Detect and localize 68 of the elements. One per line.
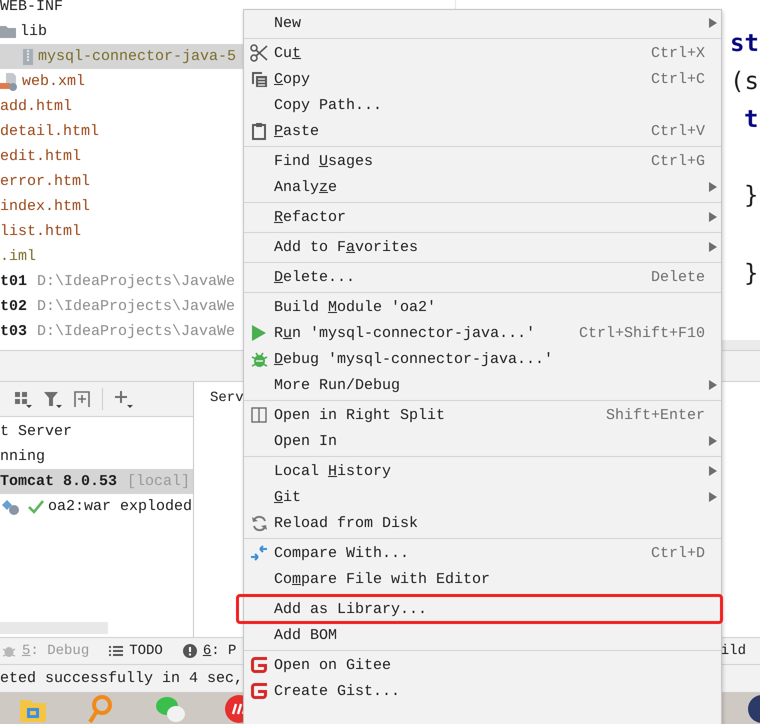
menu-item[interactable]: Compare File with Editor — [244, 566, 721, 592]
warning-icon — [182, 644, 197, 658]
submenu-arrow-icon — [709, 466, 717, 476]
menu-item[interactable]: Open on Gitee — [244, 652, 721, 678]
menu-item[interactable]: Find Usages Ctrl+G — [244, 148, 721, 174]
group-icon[interactable] — [12, 389, 32, 409]
app-icon[interactable] — [746, 694, 760, 724]
service-item[interactable]: Tomcat 8.0.53 [local] — [0, 469, 193, 494]
submenu-arrow-icon — [709, 380, 717, 390]
gitee-logo-icon — [249, 655, 269, 675]
folder-icon — [0, 25, 16, 38]
add-frame-icon[interactable] — [72, 389, 92, 409]
play-icon — [252, 325, 266, 341]
archive-icon — [22, 48, 34, 64]
menu-item[interactable]: Open In — [244, 428, 721, 454]
menu-item[interactable]: Reload from Disk — [244, 510, 721, 536]
menu-item[interactable]: Copy Path... — [244, 92, 721, 118]
menu-item[interactable]: Add BOM — [244, 622, 721, 648]
menu-item[interactable]: Run 'mysql-connector-java...' Ctrl+Shift+F10 — [244, 320, 721, 346]
menu-item[interactable]: Build Module 'oa2' — [244, 294, 721, 320]
scissors-icon — [250, 44, 268, 62]
menu-item[interactable]: Paste Ctrl+V — [244, 118, 721, 144]
add-icon[interactable] — [113, 389, 135, 409]
menu-item[interactable]: Delete... Delete — [244, 264, 721, 290]
menu-item[interactable]: Copy Ctrl+C — [244, 66, 721, 92]
submenu-arrow-icon — [709, 182, 717, 192]
code-text: } — [743, 180, 760, 211]
menu-item[interactable]: Git — [244, 484, 721, 510]
check-icon — [28, 500, 44, 514]
menu-item[interactable]: Analyze — [244, 174, 721, 200]
submenu-arrow-icon — [709, 242, 717, 252]
service-item[interactable]: t Server — [0, 419, 193, 444]
menu-item[interactable]: Local History — [244, 458, 721, 484]
reload-icon — [250, 514, 268, 532]
service-item[interactable]: nning — [0, 444, 193, 469]
submenu-arrow-icon — [709, 212, 717, 222]
clipboard-icon — [252, 122, 266, 140]
menu-item[interactable]: Refactor — [244, 204, 721, 230]
submenu-arrow-icon — [709, 436, 717, 446]
menu-item[interactable]: Add as Library... — [236, 594, 723, 624]
menu-item[interactable]: Open in Right Split Shift+Enter — [244, 402, 721, 428]
filter-icon[interactable] — [42, 389, 62, 409]
tool-window-tab[interactable]: TODO — [109, 643, 163, 659]
split-icon — [251, 407, 267, 423]
tool-window-tab[interactable]: ild — [720, 643, 760, 659]
code-text: } — [743, 258, 760, 289]
list-icon — [109, 645, 124, 657]
code-text: (s — [730, 66, 760, 97]
menu-item[interactable]: Debug 'mysql-connector-java...' — [244, 346, 721, 372]
compare-icon — [250, 544, 268, 562]
panel-tab[interactable]: Serv — [210, 390, 244, 406]
code-text: st — [730, 28, 760, 59]
menu-item[interactable]: Compare With... Ctrl+D — [244, 540, 721, 566]
menu-item[interactable]: Create Gist... — [244, 678, 721, 704]
service-item[interactable]: oa2:war exploded — [0, 494, 193, 519]
copy-icon — [250, 70, 268, 88]
tool-window-tab[interactable]: 6: P — [182, 643, 236, 659]
menu-item[interactable]: New — [244, 10, 721, 36]
code-text: t — [743, 104, 760, 135]
gitee-logo-icon — [249, 681, 269, 701]
submenu-arrow-icon — [709, 18, 717, 28]
submenu-arrow-icon — [709, 492, 717, 502]
menu-item[interactable]: More Run/Debug — [244, 372, 721, 398]
xml-file-icon — [0, 72, 18, 90]
menu-item[interactable]: Add to Favorites — [244, 234, 721, 260]
bug-icon — [2, 644, 16, 658]
bug-icon — [250, 350, 268, 368]
status-message: eted successfully in 4 sec, — [0, 670, 244, 687]
